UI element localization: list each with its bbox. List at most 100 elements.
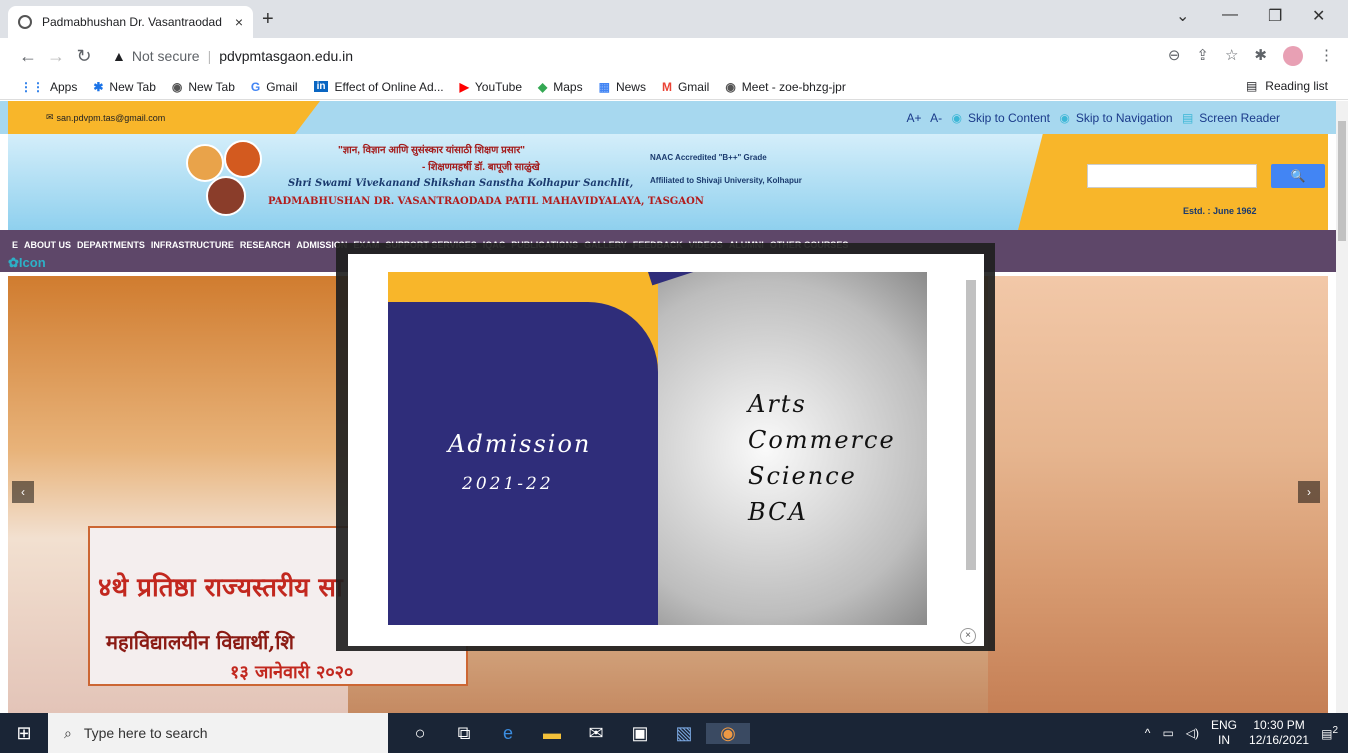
clock[interactable]: 10:30 PM 12/16/2021 xyxy=(1249,718,1309,748)
zoom-icon[interactable]: ⊖ xyxy=(1168,46,1181,66)
bookmark-gmail-google[interactable]: G Gmail xyxy=(251,80,298,94)
bookmark-label: Gmail xyxy=(677,79,710,94)
bookmark-maps[interactable]: ◆ Maps xyxy=(538,80,583,94)
skip-icon: ◉ xyxy=(1059,111,1070,125)
chevron-right-icon: › xyxy=(1307,485,1311,499)
established-date: Estd. : June 1962 xyxy=(1183,206,1257,216)
nav-item-home[interactable]: E xyxy=(12,240,18,250)
star-icon[interactable]: ☆ xyxy=(1225,46,1238,66)
minimize-button[interactable]: — xyxy=(1222,6,1238,24)
banner-text: महाविद्यालयीन विद्यार्थी,शि xyxy=(106,630,295,654)
nav-item-about[interactable]: ABOUT US xyxy=(24,240,71,250)
banner-date: १३ जानेवारी २०२० xyxy=(230,662,354,683)
language-indicator[interactable]: ENG IN xyxy=(1211,718,1237,748)
naac-grade: NAAC Accredited "B++" Grade xyxy=(650,153,767,162)
word-icon[interactable]: ▧ xyxy=(662,723,706,744)
icon-label[interactable]: ✿Icon xyxy=(8,255,46,271)
bookmark-newtab-1[interactable]: ✱ New Tab xyxy=(93,80,156,94)
bookmark-linkedin[interactable]: in Effect of Online Ad... xyxy=(313,80,444,94)
bookmark-label: Maps xyxy=(553,79,583,94)
forward-arrow-icon[interactable]: → xyxy=(42,46,70,67)
nav-item-departments[interactable]: DEPARTMENTS xyxy=(77,240,145,250)
close-tab-icon[interactable]: × xyxy=(235,14,243,30)
extensions-icon[interactable]: ✱ xyxy=(1254,46,1267,66)
search-button[interactable]: 🔍 xyxy=(1271,164,1325,188)
carousel-next-button[interactable]: › xyxy=(1298,481,1320,503)
carousel-prev-button[interactable]: ‹ xyxy=(12,481,34,503)
email-link[interactable]: san.pdvpm.tas@gmail.com xyxy=(57,113,166,123)
store-icon[interactable]: ▣ xyxy=(618,723,662,744)
founders-logo[interactable] xyxy=(186,140,266,218)
mail-icon: ✉ xyxy=(46,112,54,122)
bookmark-gmail[interactable]: M Gmail xyxy=(662,80,709,94)
volume-icon[interactable]: ◁) xyxy=(1186,726,1199,740)
menu-dots-icon[interactable]: ⋮ xyxy=(1319,46,1334,66)
reload-icon[interactable]: ↻ xyxy=(70,46,98,67)
cortana-icon[interactable]: ○ xyxy=(398,723,442,744)
restore-button[interactable]: ❐ xyxy=(1268,6,1282,26)
new-tab-button[interactable]: + xyxy=(262,8,274,31)
globe-icon: ◉ xyxy=(171,79,183,94)
nav-item-infrastructure[interactable]: INFRASTRUCTURE xyxy=(151,240,234,250)
reading-list-icon: ▤ xyxy=(1245,79,1258,93)
task-view-icon[interactable]: ⧉ xyxy=(442,723,486,744)
site-search-input[interactable] xyxy=(1087,164,1257,188)
close-window-button[interactable]: ✕ xyxy=(1312,6,1325,26)
reading-list-button[interactable]: ▤ Reading list xyxy=(1246,79,1328,93)
bookmark-newtab-2[interactable]: ◉ New Tab xyxy=(172,80,235,94)
sanstha-name: Shri Swami Vivekanand Shikshan Sanstha K… xyxy=(288,178,634,189)
url-text: pdvpmtasgaon.edu.in xyxy=(219,48,354,64)
font-increase-button[interactable]: A+ xyxy=(906,111,921,125)
mail-icon[interactable]: ✉ xyxy=(574,723,618,744)
modal-close-button[interactable]: × xyxy=(960,628,976,644)
skip-content-link[interactable]: Skip to Content xyxy=(968,111,1050,125)
bookmark-label: New Tab xyxy=(109,79,156,94)
scrollbar-thumb[interactable] xyxy=(966,280,976,570)
chrome-icon[interactable]: ◉ xyxy=(706,722,750,744)
tagline: "ज्ञान, विज्ञान आणि सुसंस्कार यांसाठी शि… xyxy=(338,145,526,156)
college-name: PADMABHUSHAN DR. VASANTRAODADA PATIL MAH… xyxy=(268,196,704,207)
banner-text: ४थे प्रतिष्ठा राज्यस्तरीय सा xyxy=(98,573,343,603)
poster-blue-panel xyxy=(388,302,658,625)
bookmark-label: News xyxy=(615,79,646,94)
toolbar-icons: ⊖ ⇪ ☆ ✱ ⋮ xyxy=(1168,46,1334,66)
tagline-author: - शिक्षणमहर्षी डॉ. बापूजी साळुंखे xyxy=(422,162,540,173)
admission-year: 2021-22 xyxy=(462,474,554,494)
notification-icon[interactable]: ▤2 xyxy=(1321,725,1338,741)
page-scrollbar[interactable] xyxy=(1336,101,1348,713)
google-icon: G xyxy=(250,79,261,94)
file-explorer-icon[interactable]: ▬ xyxy=(530,723,574,744)
font-decrease-button[interactable]: A- xyxy=(930,111,942,125)
chevron-up-icon[interactable]: ^ xyxy=(1145,726,1151,740)
address-bar[interactable]: ▲ Not secure | pdvpmtasgaon.edu.in xyxy=(112,42,1212,70)
share-icon[interactable]: ⇪ xyxy=(1196,46,1209,66)
tab-search-icon[interactable]: ⌄ xyxy=(1176,6,1189,26)
windows-start-icon[interactable]: ⊞ xyxy=(0,723,48,744)
windows-taskbar: ⊞ ⌕ Type here to search ○ ⧉ e ▬ ✉ ▣ ▧ ◉ … xyxy=(0,713,1348,753)
linkedin-icon: in xyxy=(313,81,329,92)
admission-title: Admission xyxy=(448,430,592,458)
bookmark-apps[interactable]: ⋮⋮ Apps xyxy=(20,80,77,94)
network-icon[interactable]: ▭ xyxy=(1162,726,1173,740)
region-code: IN xyxy=(1218,733,1231,747)
warning-icon[interactable]: ▲ xyxy=(112,48,126,64)
banner-right-photo xyxy=(988,276,1328,713)
taskbar-search-placeholder: Type here to search xyxy=(83,725,208,741)
bookmark-news[interactable]: ▦ News xyxy=(599,80,646,94)
gear-icon: ✿ xyxy=(8,255,19,270)
back-arrow-icon[interactable]: ← xyxy=(14,46,42,67)
bookmark-youtube[interactable]: ▶ YouTube xyxy=(460,80,522,94)
nav-item-research[interactable]: RESEARCH xyxy=(240,240,291,250)
search-icon: ⌕ xyxy=(64,724,72,741)
modal-scrollbar[interactable] xyxy=(962,262,978,622)
course-science: Science xyxy=(748,462,857,490)
edge-icon[interactable]: e xyxy=(486,723,530,744)
browser-tab[interactable]: Padmabhushan Dr. Vasantraodad × xyxy=(8,6,253,38)
screen-reader-link[interactable]: Screen Reader xyxy=(1199,111,1280,125)
taskbar-search[interactable]: ⌕ Type here to search xyxy=(48,713,388,753)
scrollbar-thumb[interactable] xyxy=(1338,121,1346,241)
bookmark-meet[interactable]: ◉ Meet - zoe-bhzg-jpr xyxy=(725,80,846,94)
profile-avatar[interactable] xyxy=(1283,46,1303,66)
skip-icon: ◉ xyxy=(951,111,962,125)
skip-navigation-link[interactable]: Skip to Navigation xyxy=(1076,111,1173,125)
